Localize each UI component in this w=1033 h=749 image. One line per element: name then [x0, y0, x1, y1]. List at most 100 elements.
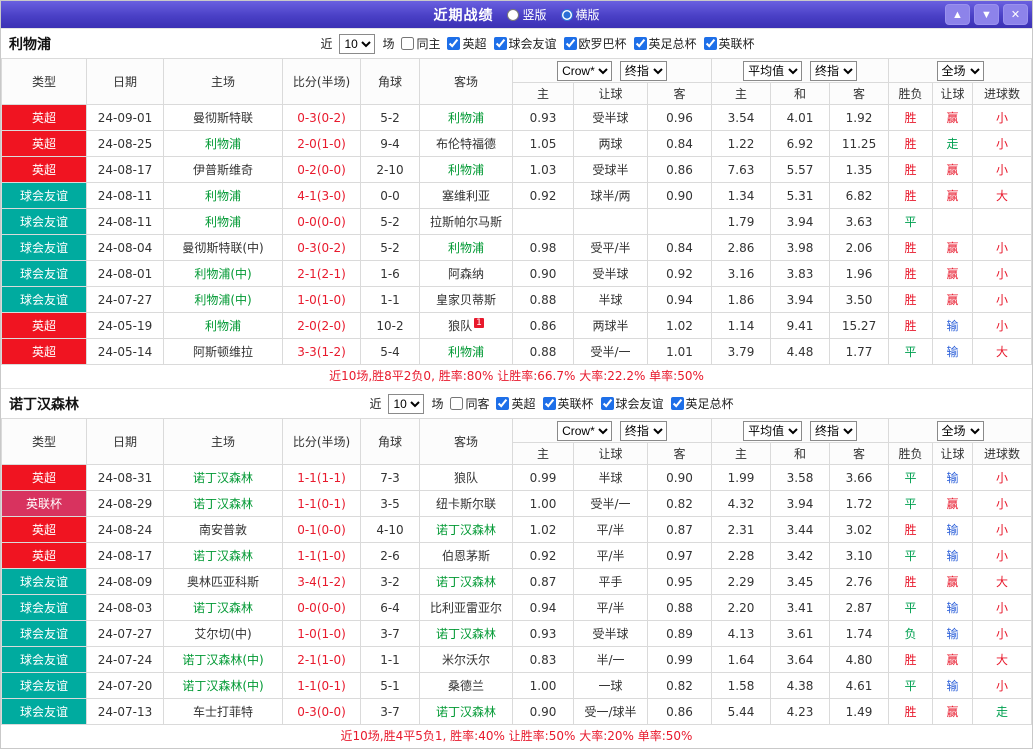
result-goals: 小 — [972, 620, 1032, 647]
corner-score: 1-6 — [360, 260, 420, 287]
result-handicap: 输 — [932, 672, 974, 699]
league-badge: 英超 — [1, 156, 87, 183]
match-date: 24-08-24 — [86, 516, 164, 543]
handicap-home-odds: 1.03 — [512, 156, 574, 183]
europe-time-select[interactable]: 终指 — [809, 420, 857, 441]
layout-vertical-option[interactable]: 竖版 — [507, 6, 547, 23]
col-header-avg-away: 客 — [829, 82, 890, 105]
league-filter-label: 球会友谊 — [615, 397, 664, 411]
match-date: 24-08-17 — [86, 542, 164, 569]
col-header-avg-home: 主 — [711, 82, 772, 105]
league-filter-球会友谊[interactable]: 球会友谊 — [493, 35, 557, 52]
handicap-line: 受半/一 — [573, 490, 648, 517]
scope-select[interactable]: 全场 — [936, 60, 984, 81]
avg-home-odds: 1.99 — [711, 464, 772, 491]
league-checkbox[interactable] — [447, 37, 461, 50]
handicap-line: 受半/一 — [573, 338, 648, 365]
result-goals: 小 — [972, 260, 1032, 287]
away-team: 纽卡斯尔联 — [419, 490, 513, 517]
league-badge: 英超 — [1, 516, 87, 543]
league-filter-球会友谊[interactable]: 球会友谊 — [600, 395, 664, 412]
odds-time-select[interactable]: 终指 — [619, 60, 667, 81]
league-checkbox[interactable] — [496, 397, 510, 410]
match-count-select[interactable]: 10 — [339, 33, 376, 54]
league-checkbox[interactable] — [493, 37, 507, 50]
league-filter-list: 英超 球会友谊 欧罗巴杯 英足总杯 英联杯 — [447, 35, 755, 52]
home-team-label: 利物浦(中) — [194, 267, 252, 281]
match-count-select[interactable]: 10 — [388, 393, 425, 414]
handicap-home-odds: 0.99 — [512, 464, 574, 491]
league-checkbox[interactable] — [600, 397, 614, 410]
odds-source-select[interactable]: Crow* — [557, 420, 613, 441]
close-icon[interactable]: ✕ — [1003, 4, 1028, 25]
away-team: 米尔沃尔 — [419, 646, 513, 673]
league-filter-英联杯[interactable]: 英联杯 — [703, 35, 755, 52]
match-row: 球会友谊 24-08-04 曼彻斯特联(中) 0-3(0-2) 5-2 利物浦 0.98 受平… — [1, 234, 1032, 261]
horizontal-radio[interactable] — [560, 8, 573, 21]
title-group: 近期战绩 竖版 横版 — [433, 5, 599, 25]
col-header-home: 主场 — [163, 418, 283, 465]
league-filter-label: 英超 — [462, 37, 487, 51]
avg-home-odds: 2.29 — [711, 568, 772, 595]
match-date: 24-08-09 — [86, 568, 164, 595]
odds-time-select[interactable]: 终指 — [619, 420, 667, 441]
handicap-away-odds: 0.94 — [646, 286, 713, 313]
layout-horizontal-option[interactable]: 横版 — [560, 6, 600, 23]
league-checkbox[interactable] — [670, 397, 684, 410]
handicap-away-odds: 0.96 — [646, 104, 713, 131]
home-team-label: 曼彻斯特联(中) — [182, 241, 264, 255]
league-filter-英足总杯[interactable]: 英足总杯 — [633, 35, 697, 52]
games-label: 场 — [431, 397, 444, 411]
avg-away-odds: 3.66 — [829, 464, 890, 491]
league-filter-label: 欧罗巴杯 — [578, 37, 627, 51]
avg-away-odds: 2.87 — [829, 594, 890, 621]
handicap-line: 两球 — [573, 130, 648, 157]
same-venue-checkbox[interactable] — [450, 397, 464, 410]
away-team-label: 伯恩茅斯 — [441, 549, 490, 563]
avg-home-odds: 3.16 — [711, 260, 772, 287]
avg-home-odds: 1.14 — [711, 312, 772, 339]
league-checkbox[interactable] — [633, 37, 647, 50]
handicap-away-odds: 0.92 — [646, 260, 713, 287]
same-venue-checkbox[interactable] — [401, 37, 415, 50]
league-checkbox[interactable] — [563, 37, 577, 50]
scroll-up-icon[interactable]: ▲ — [945, 4, 970, 25]
team-name: 诺丁汉森林 — [9, 396, 79, 413]
home-team: 诺丁汉森林 — [163, 490, 283, 517]
league-filter-欧罗巴杯[interactable]: 欧罗巴杯 — [563, 35, 627, 52]
result-goals: 大 — [972, 646, 1032, 673]
match-date: 24-08-25 — [86, 130, 164, 157]
avg-draw-odds: 3.94 — [770, 286, 831, 313]
league-checkbox[interactable] — [542, 397, 556, 410]
league-filter-英足总杯[interactable]: 英足总杯 — [670, 395, 734, 412]
avg-away-odds: 3.02 — [829, 516, 890, 543]
europe-source-select[interactable]: 平均值 — [743, 420, 803, 441]
away-team: 利物浦 — [419, 234, 513, 261]
scope-select[interactable]: 全场 — [936, 420, 984, 441]
league-checkbox[interactable] — [703, 37, 717, 50]
away-team: 塞维利亚 — [419, 182, 513, 209]
filter-bar: 近 10 场 同客 英超 英联杯 球会友谊 英足总杯 — [79, 393, 1024, 414]
league-filter-英联杯[interactable]: 英联杯 — [542, 395, 594, 412]
same-venue-filter[interactable]: 同主 — [401, 35, 440, 52]
avg-draw-odds: 3.64 — [770, 646, 831, 673]
result-goals: 小 — [972, 130, 1032, 157]
home-team: 诺丁汉森林 — [163, 464, 283, 491]
corner-score: 3-7 — [360, 698, 420, 725]
europe-source-select[interactable]: 平均值 — [743, 60, 803, 81]
league-filter-label: 球会友谊 — [508, 37, 557, 51]
avg-away-odds: 1.96 — [829, 260, 890, 287]
league-filter-英超[interactable]: 英超 — [447, 35, 487, 52]
vertical-radio[interactable] — [507, 8, 520, 21]
same-venue-filter[interactable]: 同客 — [450, 395, 489, 412]
away-team-label: 利物浦 — [447, 163, 484, 177]
europe-time-select[interactable]: 终指 — [809, 60, 857, 81]
col-header-handicap-away: 客 — [646, 442, 713, 465]
col-header-result-goals: 进球数 — [972, 442, 1032, 465]
league-filter-英超[interactable]: 英超 — [496, 395, 536, 412]
scroll-down-icon[interactable]: ▼ — [974, 4, 999, 25]
away-team-label: 桑德兰 — [447, 679, 484, 693]
odds-source-select[interactable]: Crow* — [557, 60, 613, 81]
league-badge: 英超 — [1, 104, 87, 131]
match-row: 球会友谊 24-07-27 艾尔切(中) 1-0(1-0) 3-7 诺丁汉森林 0.93 受半… — [1, 620, 1032, 647]
